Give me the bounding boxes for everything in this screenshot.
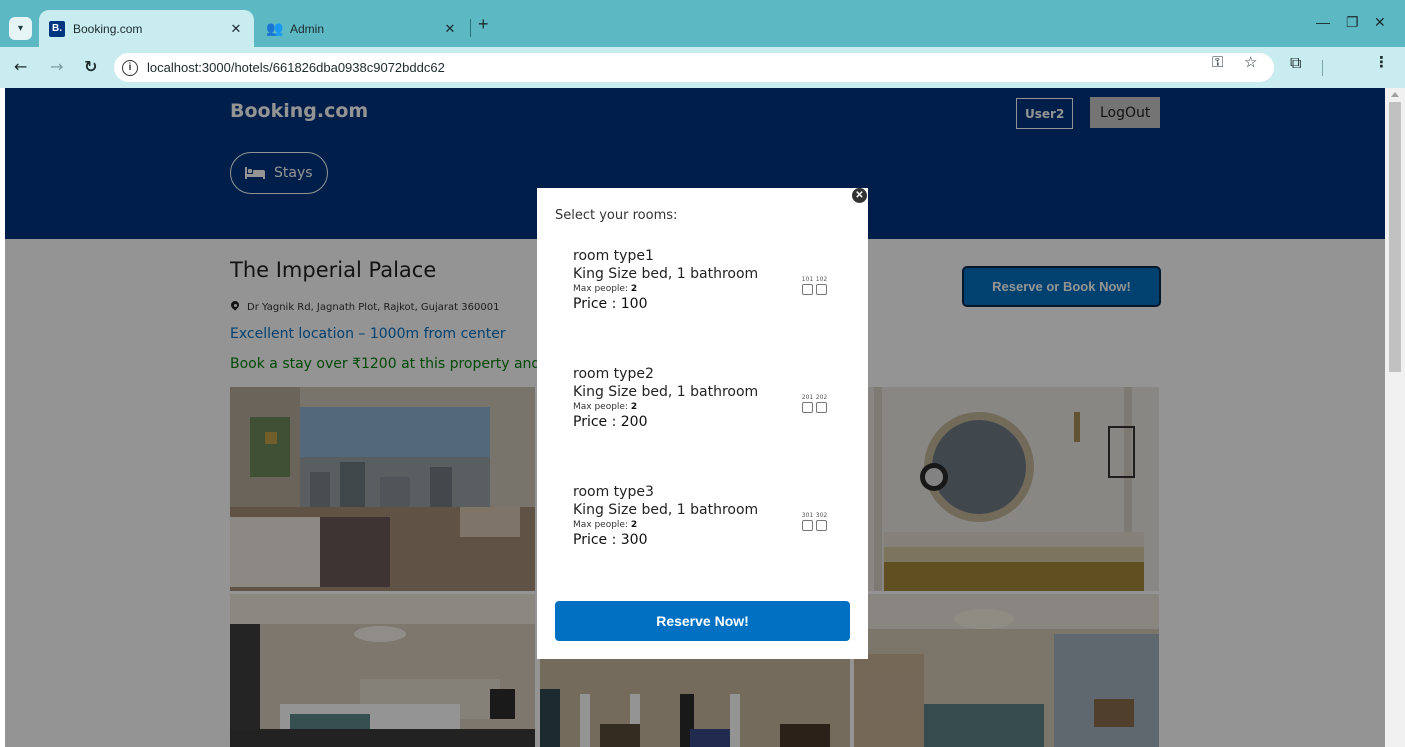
site-info-icon[interactable]: i (122, 59, 138, 76)
room-price: Price : 200 (573, 414, 648, 430)
forward-arrow-icon[interactable]: → (50, 57, 63, 76)
room-number-label: 102 (815, 276, 828, 283)
restore-icon[interactable]: ❐ (1346, 14, 1359, 31)
window-close-icon[interactable]: ✕ (1374, 14, 1386, 31)
room-number-options: 301 302 (802, 512, 827, 531)
scroll-thumb[interactable] (1389, 102, 1401, 372)
reserve-now-button[interactable]: Reserve Now! (555, 601, 850, 641)
tab-title: Booking.com (73, 21, 143, 36)
kebab-menu-icon[interactable]: ⋮ (1374, 53, 1389, 71)
room-title: room type2 (573, 366, 654, 382)
room-checkbox[interactable] (802, 520, 813, 531)
extensions-puzzle-icon[interactable]: ⧉ (1290, 53, 1301, 73)
room-checkbox[interactable] (816, 284, 827, 295)
tab-admin[interactable]: 👥 Admin ✕ (258, 10, 468, 47)
room-title: room type1 (573, 248, 654, 264)
room-checkbox[interactable] (802, 402, 813, 413)
browser-tab-strip: ▾ B. Booking.com ✕ 👥 Admin ✕ + — ❐ ✕ (0, 0, 1405, 47)
new-tab-plus-icon[interactable]: + (478, 14, 489, 35)
back-arrow-icon[interactable]: ← (14, 57, 27, 76)
room-item: room type1 King Size bed, 1 bathroom Max… (573, 248, 853, 312)
room-number-options: 201 202 (802, 394, 827, 413)
address-bar: ← → ↻ i localhost:3000/hotels/661826dba0… (0, 47, 1405, 88)
room-number-label: 101 (801, 276, 814, 283)
tab-title: Admin (290, 21, 325, 36)
scroll-up-arrow-icon[interactable] (1391, 92, 1399, 97)
booking-favicon-icon: B. (49, 20, 65, 37)
room-number-label: 302 (815, 512, 828, 519)
room-price: Price : 100 (573, 296, 648, 312)
room-checkbox[interactable] (816, 402, 827, 413)
room-price: Price : 300 (573, 532, 648, 548)
modal-heading: Select your rooms: (555, 208, 678, 223)
page-scrollbar[interactable] (1385, 88, 1405, 747)
minimize-icon[interactable]: — (1316, 14, 1330, 30)
reload-icon[interactable]: ↻ (84, 57, 97, 76)
bookmark-star-icon[interactable]: ☆ (1244, 53, 1257, 71)
key-icon[interactable]: ⚿ (1212, 53, 1223, 71)
close-icon[interactable]: ✕ (440, 21, 460, 37)
room-select-modal: Select your rooms: room type1 King Size … (537, 188, 868, 659)
close-icon[interactable]: ✕ (226, 21, 246, 37)
tab-divider (470, 19, 471, 37)
room-checkbox[interactable] (802, 284, 813, 295)
room-number-options: 101 102 (802, 276, 827, 295)
room-checkbox[interactable] (816, 520, 827, 531)
room-number-label: 202 (815, 394, 828, 401)
tab-search-chevron-icon[interactable]: ▾ (9, 17, 32, 40)
toolbar-divider (1322, 60, 1323, 76)
url-text[interactable]: localhost:3000/hotels/661826dba0938c9072… (147, 60, 445, 75)
room-title: room type3 (573, 484, 654, 500)
room-number-label: 201 (801, 394, 814, 401)
tab-booking[interactable]: B. Booking.com ✕ (39, 10, 254, 47)
admin-users-icon: 👥 (266, 20, 284, 36)
room-item: room type2 King Size bed, 1 bathroom Max… (573, 366, 853, 430)
modal-close-icon[interactable]: ✕ (852, 188, 867, 203)
url-omnibox[interactable]: i localhost:3000/hotels/661826dba0938c90… (114, 53, 1274, 82)
room-item: room type3 King Size bed, 1 bathroom Max… (573, 484, 853, 548)
room-number-label: 301 (801, 512, 814, 519)
